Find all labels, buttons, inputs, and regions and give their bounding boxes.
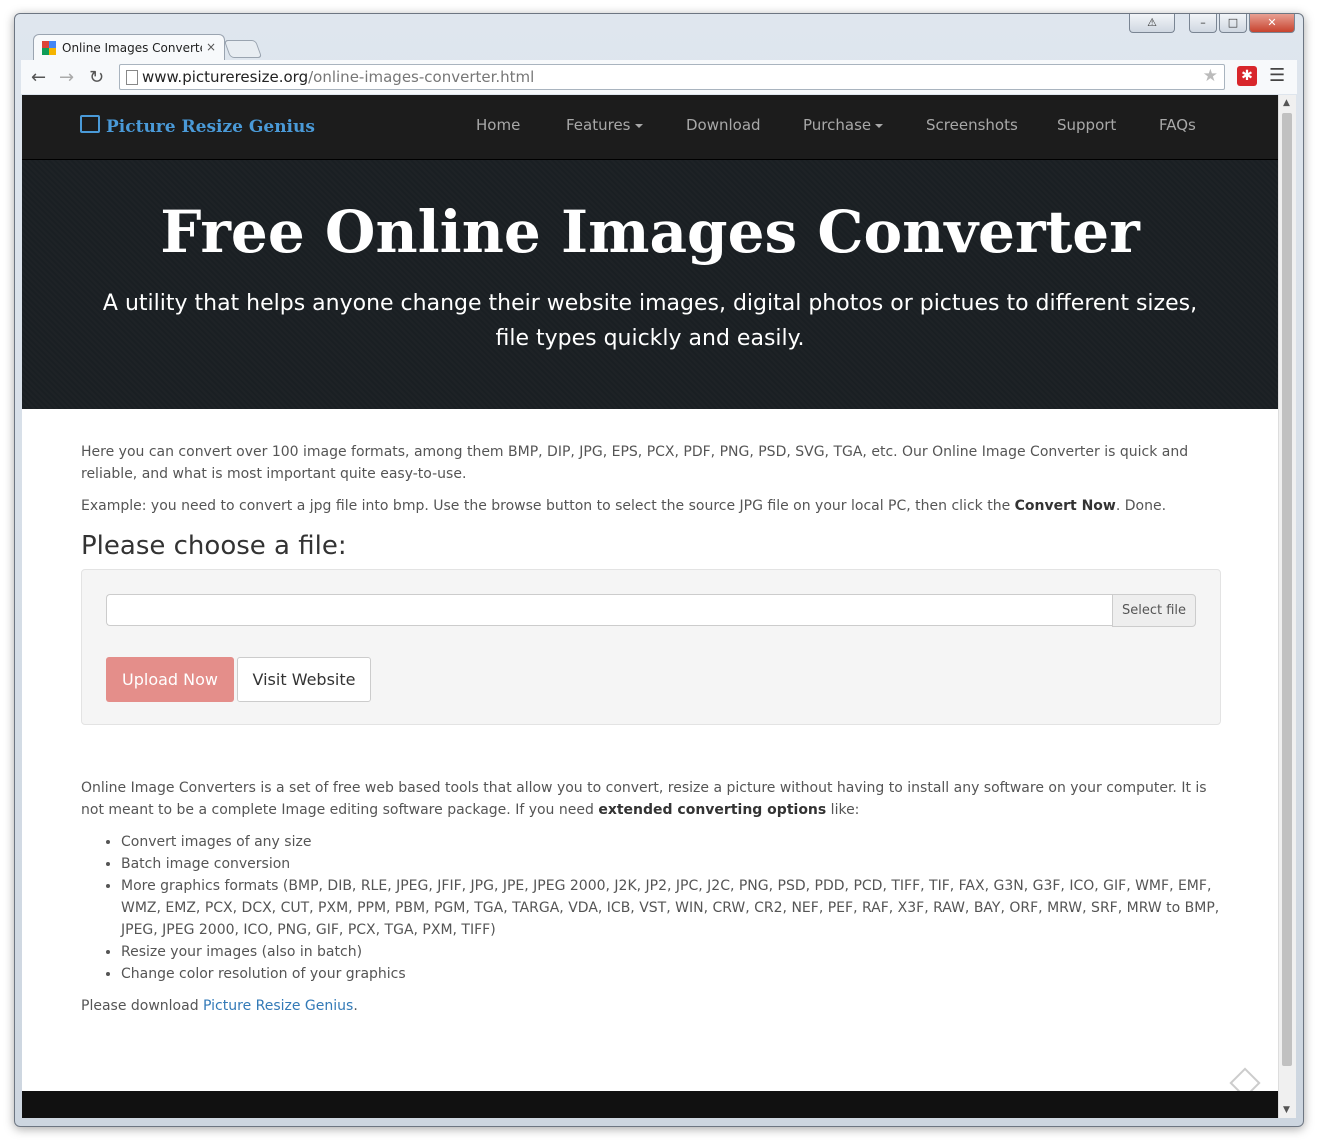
scroll-thumb[interactable]: [1282, 113, 1292, 1066]
reload-icon[interactable]: ↻: [89, 67, 104, 88]
download-paragraph: Please download Picture Resize Genius.: [81, 998, 358, 1014]
intro-paragraph: Here you can convert over 100 image form…: [81, 444, 1189, 482]
nav-home[interactable]: Home: [476, 116, 520, 134]
features-list: Convert images of any size Batch image c…: [81, 831, 1221, 985]
file-path-input[interactable]: [106, 594, 1112, 626]
tab-title: Online Images Converter: [62, 41, 202, 55]
upload-now-button[interactable]: Upload Now: [106, 657, 234, 702]
tab-close-icon[interactable]: ×: [206, 40, 216, 54]
maximize-button[interactable]: □: [1219, 14, 1247, 33]
nav-faqs[interactable]: FAQs: [1159, 116, 1196, 134]
brand-text: Picture Resize Genius: [106, 117, 315, 137]
nav-purchase[interactable]: Purchase: [803, 116, 884, 134]
favicon-icon: [42, 41, 56, 55]
vertical-scrollbar[interactable]: ▲ ▼: [1278, 95, 1296, 1118]
list-item: Resize your images (also in batch): [121, 941, 1221, 963]
scroll-up-icon[interactable]: ▲: [1283, 98, 1290, 108]
scroll-down-icon[interactable]: ▼: [1283, 1105, 1290, 1115]
list-item: Batch image conversion: [121, 853, 1221, 875]
visit-website-button[interactable]: Visit Website: [237, 657, 371, 702]
address-bar[interactable]: www.pictureresize.org/online-images-conv…: [119, 64, 1225, 90]
browser-window: ⚠ – □ ✕ Online Images Converter × ← → ↻ …: [14, 13, 1304, 1127]
download-link[interactable]: Picture Resize Genius: [203, 998, 353, 1014]
browser-tab[interactable]: Online Images Converter ×: [33, 34, 225, 61]
site-footer: [22, 1091, 1278, 1118]
brand-logo-icon: [80, 115, 100, 133]
new-tab-button[interactable]: [223, 40, 263, 58]
forward-icon[interactable]: →: [59, 67, 74, 88]
extension-icon[interactable]: ✱: [1237, 66, 1257, 86]
menu-icon[interactable]: ☰: [1269, 65, 1285, 86]
example-paragraph: Example: you need to convert a jpg file …: [81, 498, 1167, 514]
minimize-button[interactable]: –: [1189, 14, 1217, 33]
list-item: Change color resolution of your graphics: [121, 963, 1221, 985]
star-icon[interactable]: ★: [1203, 66, 1218, 86]
browser-toolbar: ← → ↻ www.pictureresize.org/online-image…: [21, 60, 1297, 94]
nav-download[interactable]: Download: [686, 116, 761, 134]
back-icon[interactable]: ←: [31, 67, 46, 88]
about-paragraph: Online Image Converters is a set of free…: [81, 780, 1207, 818]
page-icon: [126, 70, 138, 85]
upload-form: Select file Upload Now Visit Website: [81, 569, 1221, 725]
hero-subtitle: A utility that helps anyone change their…: [102, 291, 1198, 351]
nav-screenshots[interactable]: Screenshots: [926, 116, 1018, 134]
caret-down-icon: [634, 123, 643, 128]
select-file-button[interactable]: Select file: [1112, 594, 1196, 627]
list-item: Convert images of any size: [121, 831, 1221, 853]
nav-features[interactable]: Features: [566, 116, 643, 134]
page-viewport: Picture Resize Genius Home Features Down…: [22, 95, 1278, 1118]
close-window-button[interactable]: ✕: [1249, 14, 1295, 33]
hero-title: Free Online Images Converter: [160, 198, 1140, 266]
main-content: Here you can convert over 100 image form…: [81, 441, 1221, 1027]
caret-down-icon: [875, 123, 884, 128]
nav-support[interactable]: Support: [1057, 116, 1116, 134]
brand-link[interactable]: Picture Resize Genius: [80, 115, 315, 137]
hero-section: Free Online Images Converter A utility t…: [22, 160, 1278, 409]
warning-icon[interactable]: ⚠: [1129, 14, 1175, 33]
window-controls: ⚠ – □ ✕: [1129, 14, 1295, 33]
form-heading: Please choose a file:: [81, 531, 347, 561]
url-text: www.pictureresize.org/online-images-conv…: [142, 68, 535, 86]
list-item: More graphics formats (BMP, DIB, RLE, JP…: [121, 875, 1221, 941]
site-navbar: Picture Resize Genius Home Features Down…: [22, 95, 1278, 160]
